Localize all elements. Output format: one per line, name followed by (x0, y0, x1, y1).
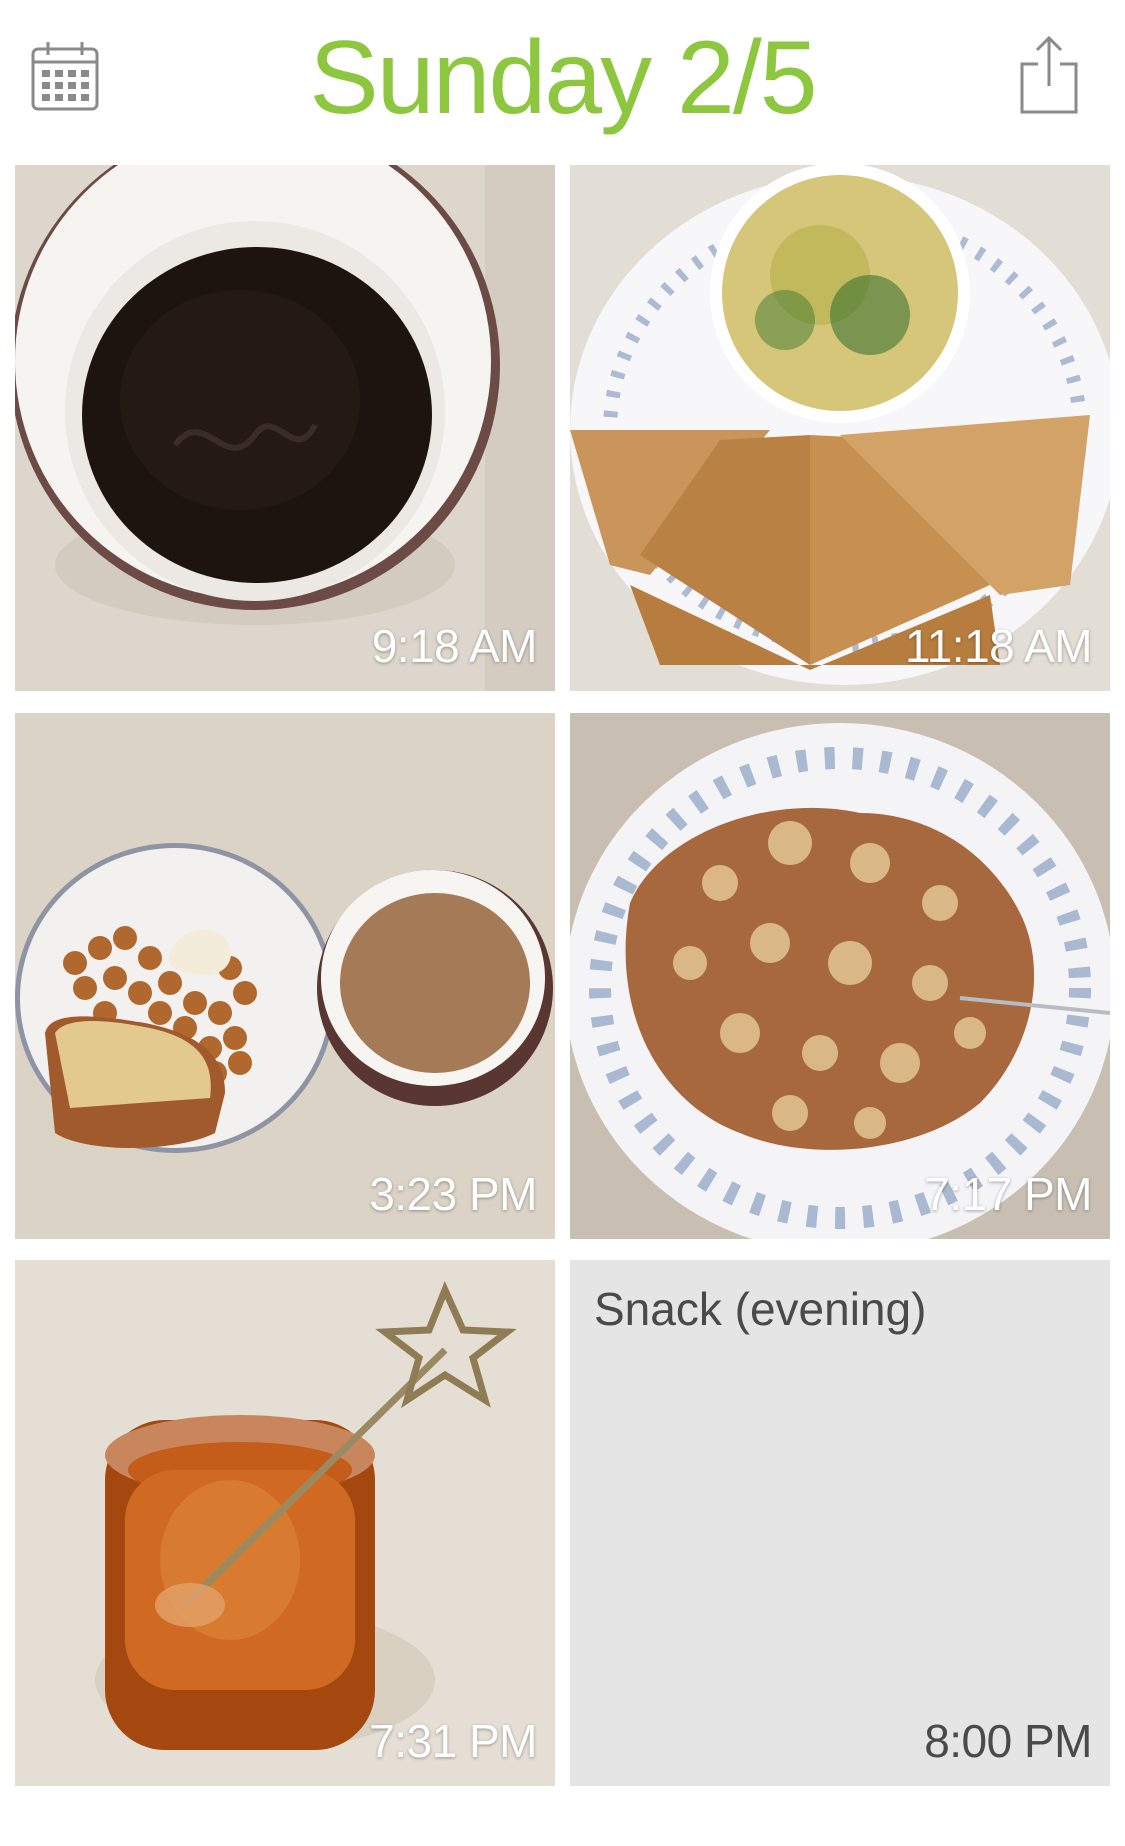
meal-tile-4[interactable]: 7:17 PM (570, 713, 1110, 1239)
calendar-icon (31, 42, 99, 111)
meal-photo-quesadilla (570, 165, 1110, 691)
meal-time: 8:00 PM (924, 1715, 1092, 1767)
header: Sunday 2/5 (0, 0, 1125, 165)
meal-tile-5[interactable]: 7:31 PM (15, 1260, 555, 1786)
meal-tile-2[interactable]: 11:18 AM (570, 165, 1110, 691)
meal-photo-chickpeas (15, 713, 555, 1239)
meal-time: 7:17 PM (924, 1168, 1092, 1220)
calendar-button[interactable] (30, 40, 100, 112)
meal-photo-honey (15, 1260, 555, 1786)
meal-time: 11:18 AM (905, 620, 1092, 672)
day-title: Sunday 2/5 (309, 20, 817, 136)
meal-time: 3:23 PM (369, 1168, 537, 1220)
meal-tile-3[interactable]: 3:23 PM (15, 713, 555, 1239)
meal-photo-cauliflower (570, 713, 1110, 1239)
meal-time: 7:31 PM (369, 1715, 537, 1767)
share-button[interactable] (1018, 34, 1080, 116)
meal-photo-coffee (15, 165, 555, 691)
meal-time: 9:18 AM (371, 620, 538, 672)
snack-placeholder-tile[interactable]: Snack (evening) 8:00 PM (570, 1260, 1110, 1786)
meal-label: Snack (evening) (594, 1283, 927, 1335)
share-icon (1020, 35, 1078, 114)
meal-tile-1[interactable]: 9:18 AM (15, 165, 555, 691)
